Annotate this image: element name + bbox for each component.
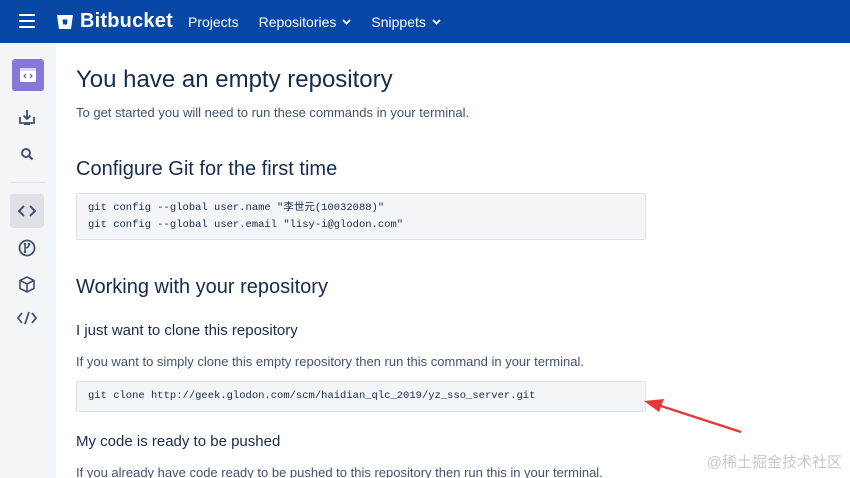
clone-heading: I just want to clone this repository (76, 322, 298, 339)
nav-projects-label: Projects (188, 13, 239, 30)
brand-name: Bitbucket (80, 10, 173, 32)
configure-git-heading: Configure Git for the first time (76, 158, 338, 180)
nav-snippets-label: Snippets (371, 13, 426, 30)
code-line: git clone http://geek.glodon.com/scm/hai… (88, 390, 536, 402)
code-tag-icon[interactable] (10, 301, 44, 335)
watermark: @稀土掘金技术社区 (706, 454, 842, 471)
clone-instructions: If you want to simply clone this empty r… (76, 354, 584, 369)
chevron-down-icon (432, 18, 441, 25)
clone-download-icon[interactable] (10, 100, 44, 134)
main-nav: Projects Repositories Snippets (188, 0, 461, 43)
annotation-arrow-icon (644, 399, 742, 434)
source-code-icon[interactable] (10, 194, 44, 228)
nav-snippets[interactable]: Snippets (371, 13, 441, 30)
branches-icon[interactable] (10, 231, 44, 265)
working-heading: Working with your repository (76, 276, 328, 298)
menu-icon[interactable] (19, 14, 35, 28)
clone-command-code-block[interactable]: git clone http://geek.glodon.com/scm/hai… (76, 381, 646, 412)
chevron-down-icon (342, 18, 352, 25)
nav-repositories-label: Repositories (258, 13, 337, 30)
code-line: git config --global user.name "李世元(10032… (88, 202, 385, 214)
push-instructions: If you already have code ready to be pus… (76, 465, 603, 478)
code-line: git config --global user.email "lisy-i@g… (88, 219, 404, 231)
nav-repositories[interactable]: Repositories (259, 14, 352, 30)
nav-projects[interactable]: Projects (188, 14, 239, 30)
bitbucket-logo-icon (57, 14, 73, 29)
configure-git-code-block[interactable]: git config --global user.name "李世元(10032… (76, 193, 646, 240)
repository-avatar-icon[interactable] (12, 59, 44, 91)
push-heading: My code is ready to be pushed (76, 433, 281, 450)
intro-text: To get started you will need to run thes… (76, 105, 470, 120)
builds-box-icon[interactable] (10, 267, 44, 301)
page-title: You have an empty repository (76, 66, 393, 93)
sidebar-divider (10, 182, 46, 183)
top-navigation-bar: Bitbucket Projects Repositories Snippets (0, 0, 850, 43)
search-icon[interactable] (10, 137, 44, 171)
bitbucket-logo[interactable]: Bitbucket (56, 10, 173, 33)
project-sidebar (0, 43, 56, 478)
